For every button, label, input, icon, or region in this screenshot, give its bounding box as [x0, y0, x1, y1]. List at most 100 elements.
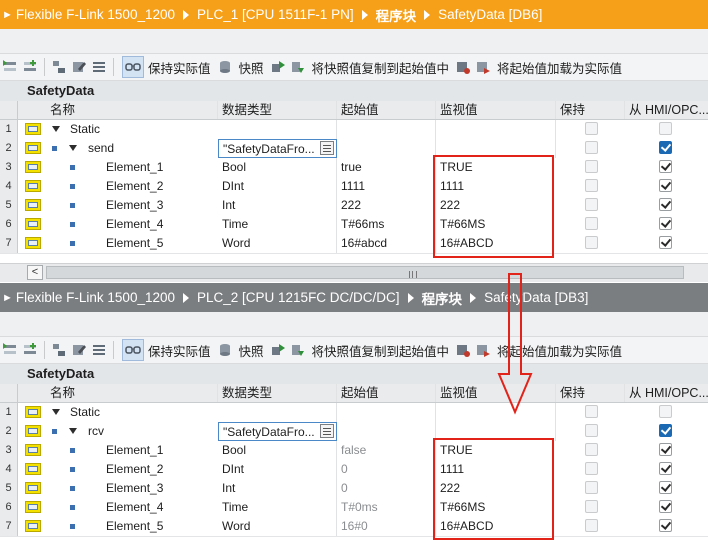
- breadcrumb-program-blocks[interactable]: 程序块: [376, 5, 417, 25]
- hmi-checkbox[interactable]: [659, 179, 672, 192]
- row-data-type[interactable]: Time: [218, 498, 337, 517]
- table-row[interactable]: 7 Element_5 Word 16#abcd 16#ABCD: [0, 234, 708, 254]
- monitor-toggle-button[interactable]: [122, 56, 144, 78]
- hmi-checkbox[interactable]: [659, 198, 672, 211]
- row-data-type[interactable]: Int: [218, 196, 337, 215]
- column-header-name[interactable]: 名称: [46, 384, 218, 402]
- monitor-toggle-button[interactable]: [122, 339, 144, 361]
- table-row[interactable]: 5 Element_3 Int 222 222: [0, 196, 708, 216]
- snapshot-button[interactable]: 快照: [239, 341, 264, 360]
- hmi-checkbox[interactable]: [659, 424, 672, 437]
- snapshot-copy-icon[interactable]: [270, 59, 286, 75]
- row-start-value[interactable]: 16#0: [337, 517, 436, 536]
- column-header-start-value[interactable]: 起始值: [337, 101, 436, 119]
- edit-icon[interactable]: [71, 342, 87, 358]
- retain-checkbox[interactable]: [585, 179, 598, 192]
- table-row[interactable]: 6 Element_4 Time T#0ms T#66MS: [0, 498, 708, 518]
- database-icon[interactable]: [217, 342, 233, 358]
- list-view-icon[interactable]: [91, 342, 107, 358]
- column-header-hmi[interactable]: 从 HMI/OPC...: [625, 384, 708, 402]
- row-name[interactable]: Element_5: [102, 517, 216, 536]
- retain-checkbox[interactable]: [585, 424, 598, 437]
- row-name[interactable]: Static: [66, 403, 216, 422]
- retain-checkbox[interactable]: [585, 481, 598, 494]
- breadcrumb-plc[interactable]: PLC_2 [CPU 1215FC DC/DC/DC]: [197, 290, 400, 305]
- retain-checkbox[interactable]: [585, 500, 598, 513]
- column-header-monitor-value[interactable]: 监视值: [436, 384, 556, 402]
- row-data-type[interactable]: Word: [218, 517, 337, 536]
- row-data-type[interactable]: DInt: [218, 177, 337, 196]
- table-row[interactable]: 1 Static: [0, 120, 708, 140]
- breadcrumb-project[interactable]: Flexible F-Link 1500_1200: [16, 290, 175, 305]
- load-start-alt-icon[interactable]: [475, 342, 491, 358]
- retain-checkbox[interactable]: [585, 217, 598, 230]
- table-row[interactable]: 4 Element_2 DInt 0 1111: [0, 460, 708, 480]
- hmi-checkbox[interactable]: [659, 462, 672, 475]
- load-start-alt-icon[interactable]: [475, 59, 491, 75]
- retain-checkbox[interactable]: [585, 405, 598, 418]
- hmi-checkbox[interactable]: [659, 236, 672, 249]
- data-type-picker-icon[interactable]: [320, 141, 334, 155]
- column-header-hmi[interactable]: 从 HMI/OPC...: [625, 101, 708, 119]
- hmi-checkbox[interactable]: [659, 141, 672, 154]
- add-row-icon[interactable]: [22, 59, 38, 75]
- hmi-checkbox[interactable]: [659, 217, 672, 230]
- row-start-value[interactable]: [337, 422, 436, 441]
- hmi-checkbox[interactable]: [659, 160, 672, 173]
- table-row[interactable]: 1 Static: [0, 403, 708, 423]
- hmi-checkbox[interactable]: [659, 481, 672, 494]
- row-data-type[interactable]: [218, 120, 337, 139]
- row-data-type[interactable]: DInt: [218, 460, 337, 479]
- row-name[interactable]: Element_3: [102, 479, 216, 498]
- retain-checkbox[interactable]: [585, 198, 598, 211]
- snapshot-load-icon[interactable]: [290, 342, 306, 358]
- keep-actual-values-button[interactable]: 保持实际值: [148, 341, 211, 360]
- retain-checkbox[interactable]: [585, 443, 598, 456]
- retain-checkbox[interactable]: [585, 236, 598, 249]
- row-start-value[interactable]: T#0ms: [337, 498, 436, 517]
- retain-checkbox[interactable]: [585, 122, 598, 135]
- row-start-value[interactable]: [337, 403, 436, 422]
- breadcrumb-program-blocks[interactable]: 程序块: [422, 288, 463, 308]
- retain-checkbox[interactable]: [585, 519, 598, 532]
- table-row[interactable]: 5 Element_3 Int 0 222: [0, 479, 708, 499]
- row-start-value[interactable]: 0: [337, 460, 436, 479]
- retain-checkbox[interactable]: [585, 462, 598, 475]
- copy-snapshot-to-start-button[interactable]: 将快照值复制到起始值中: [312, 341, 450, 360]
- row-name[interactable]: Element_4: [102, 215, 216, 234]
- table-row[interactable]: 2 send "SafetyDataFro...: [0, 139, 708, 159]
- breadcrumb-db[interactable]: SafetyData [DB3]: [484, 290, 588, 305]
- load-start-icon[interactable]: [455, 342, 471, 358]
- edit-icon[interactable]: [71, 59, 87, 75]
- retain-checkbox[interactable]: [585, 160, 598, 173]
- row-name[interactable]: Element_2: [102, 177, 216, 196]
- row-data-type[interactable]: Int: [218, 479, 337, 498]
- row-name[interactable]: Element_2: [102, 460, 216, 479]
- row-start-value[interactable]: 1111: [337, 177, 436, 196]
- row-name[interactable]: Element_1: [102, 441, 216, 460]
- column-header-start-value[interactable]: 起始值: [337, 384, 436, 402]
- row-name[interactable]: Element_4: [102, 498, 216, 517]
- scroll-left-button[interactable]: <: [27, 265, 43, 280]
- breadcrumb-plc[interactable]: PLC_1 [CPU 1511F-1 PN]: [197, 7, 354, 22]
- data-type-picker-icon[interactable]: [320, 424, 334, 438]
- breadcrumb-db[interactable]: SafetyData [DB6]: [438, 7, 542, 22]
- column-header-retain[interactable]: 保持: [556, 101, 625, 119]
- row-start-value[interactable]: 16#abcd: [337, 234, 436, 253]
- row-data-type[interactable]: [218, 403, 337, 422]
- row-name[interactable]: Element_3: [102, 196, 216, 215]
- collapse-arrow-icon[interactable]: [69, 428, 77, 434]
- scrollbar-thumb[interactable]: [46, 266, 684, 279]
- row-data-type[interactable]: Time: [218, 215, 337, 234]
- row-name[interactable]: Element_5: [102, 234, 216, 253]
- table-row[interactable]: 6 Element_4 Time T#66ms T#66MS: [0, 215, 708, 235]
- hmi-checkbox[interactable]: [659, 500, 672, 513]
- row-name[interactable]: rcv: [84, 422, 216, 441]
- keep-actual-values-button[interactable]: 保持实际值: [148, 58, 211, 77]
- column-header-data-type[interactable]: 数据类型: [218, 384, 337, 402]
- column-header-retain[interactable]: 保持: [556, 384, 625, 402]
- row-name[interactable]: Static: [66, 120, 216, 139]
- row-name[interactable]: send: [84, 139, 216, 158]
- snapshot-load-icon[interactable]: [290, 59, 306, 75]
- row-data-type[interactable]: Word: [218, 234, 337, 253]
